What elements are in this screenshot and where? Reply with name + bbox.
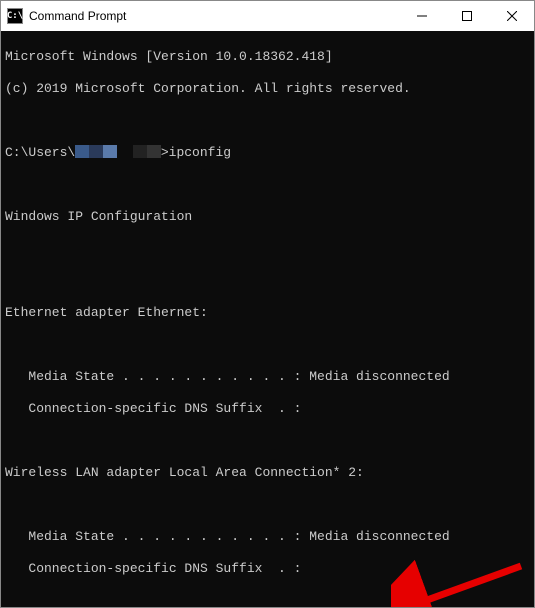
copyright-line: (c) 2019 Microsoft Corporation. All righ…	[5, 81, 530, 97]
media-state-line: Media State . . . . . . . . . . . : Medi…	[5, 369, 530, 385]
blank-line	[5, 177, 530, 193]
terminal-output[interactable]: Microsoft Windows [Version 10.0.18362.41…	[1, 31, 534, 607]
prompt-line: C:\Users\ >ipconfig	[5, 145, 530, 161]
app-icon: C:\	[7, 8, 23, 24]
blank-line	[5, 497, 530, 513]
command-prompt-window: C:\ Command Prompt Microsoft Windows [Ve…	[0, 0, 535, 608]
close-button[interactable]	[489, 1, 534, 31]
titlebar[interactable]: C:\ Command Prompt	[1, 1, 534, 31]
command-text: ipconfig	[169, 145, 231, 160]
maximize-icon	[462, 11, 472, 21]
prompt-suffix: >	[161, 145, 169, 160]
media-state-line: Media State . . . . . . . . . . . : Medi…	[5, 529, 530, 545]
blank-line	[5, 433, 530, 449]
minimize-icon	[417, 11, 427, 21]
redacted-path	[133, 145, 161, 158]
version-line: Microsoft Windows [Version 10.0.18362.41…	[5, 49, 530, 65]
redacted-username	[75, 145, 117, 158]
maximize-button[interactable]	[444, 1, 489, 31]
adapter-title: Ethernet adapter Ethernet:	[5, 305, 530, 321]
blank-line	[5, 337, 530, 353]
window-controls	[399, 1, 534, 31]
minimize-button[interactable]	[399, 1, 444, 31]
ipconfig-heading: Windows IP Configuration	[5, 209, 530, 225]
blank-line	[5, 113, 530, 129]
blank-line	[5, 593, 530, 607]
close-icon	[507, 11, 517, 21]
dns-suffix-line: Connection-specific DNS Suffix . :	[5, 401, 530, 417]
adapter-title: Wireless LAN adapter Local Area Connecti…	[5, 465, 530, 481]
blank-line	[5, 273, 530, 289]
prompt-prefix: C:\Users\	[5, 145, 75, 160]
blank-line	[5, 241, 530, 257]
window-title: Command Prompt	[29, 9, 399, 23]
dns-suffix-line: Connection-specific DNS Suffix . :	[5, 561, 530, 577]
